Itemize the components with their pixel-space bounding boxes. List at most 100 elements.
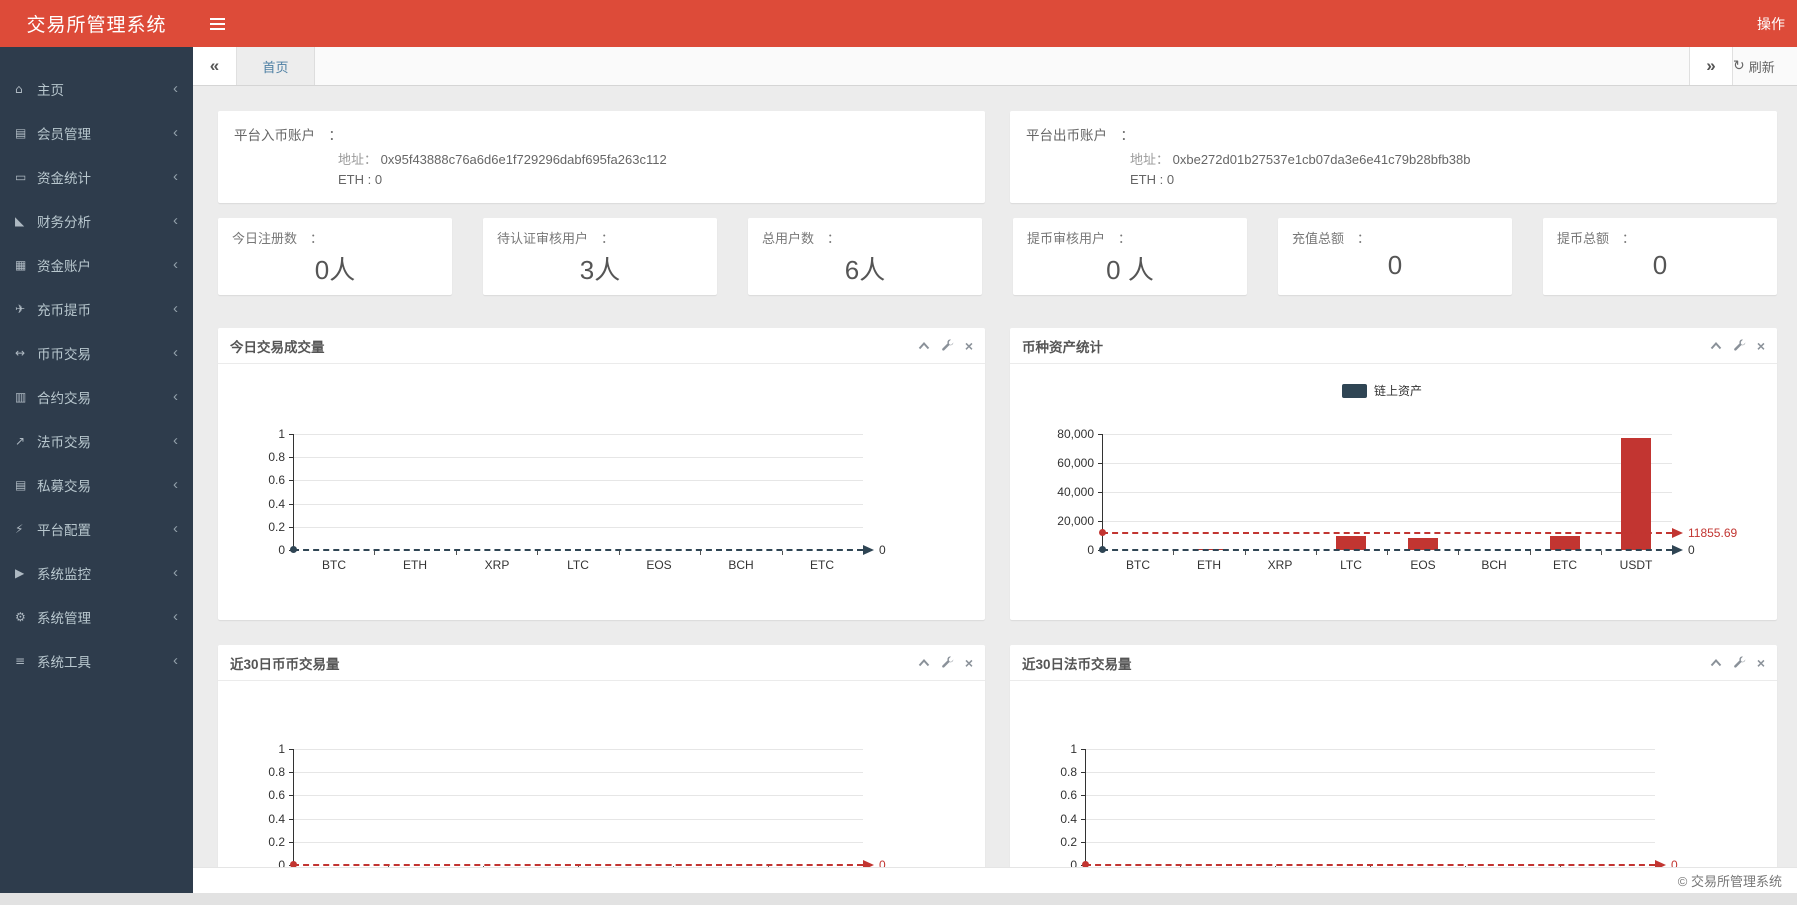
chevron-left-icon: ‹ bbox=[173, 608, 178, 625]
stat-card: 充值总额 ： 0 bbox=[1278, 218, 1512, 295]
tab-home[interactable]: 首页 bbox=[237, 47, 315, 85]
stat-card-label: 提币总额 ： bbox=[1557, 231, 1636, 246]
sidebar-item-财务分析[interactable]: ◣ 财务分析 ‹ bbox=[0, 199, 193, 243]
chart-30d-fiat-volume: 0 0.2 0.4 0.6 0.8 1 0 bbox=[1010, 681, 1777, 867]
y-axis-tick-label: 0 bbox=[278, 543, 285, 557]
tabs-scroll-left-button[interactable]: « bbox=[193, 47, 237, 85]
panel-title: 今日交易成交量 bbox=[230, 339, 325, 355]
hamburger-icon bbox=[210, 22, 225, 25]
y-axis-line bbox=[1085, 749, 1086, 865]
sidebar-item-系统工具[interactable]: ≡ 系统工具 ‹ bbox=[0, 639, 193, 683]
close-button[interactable]: × bbox=[965, 656, 973, 670]
y-axis-tick-label: 0.6 bbox=[1060, 788, 1077, 802]
legend-label: 链上资产 bbox=[1374, 384, 1423, 398]
x-axis-label: BTC bbox=[1126, 558, 1150, 572]
panel-header: 币种资产统计 × bbox=[1010, 328, 1777, 364]
copyright-text: © 交易所管理系统 bbox=[1677, 874, 1782, 889]
sidebar-item-私募交易[interactable]: ▤ 私募交易 ‹ bbox=[0, 463, 193, 507]
settings-wrench-button[interactable] bbox=[1733, 339, 1746, 352]
stat-card-value: 3人 bbox=[579, 255, 621, 285]
chevron-left-icon: ‹ bbox=[173, 344, 178, 361]
deposit-account-card: 平台入币账户 ： 地址： 0x95f43888c76a6d6e1f729296d… bbox=[218, 111, 985, 203]
close-button[interactable]: × bbox=[1757, 656, 1765, 670]
sidebar-item-资金账户[interactable]: ▦ 资金账户 ‹ bbox=[0, 243, 193, 287]
collapse-button[interactable] bbox=[1710, 341, 1722, 350]
stat-card: 待认证审核用户 ： 3人 bbox=[483, 218, 717, 295]
grid-line bbox=[1085, 842, 1655, 843]
stat-card: 今日注册数 ： 0人 bbox=[218, 218, 452, 295]
close-button[interactable]: × bbox=[965, 339, 973, 353]
x-axis-tick bbox=[537, 551, 538, 555]
chart-asset-stats: 链上资产 0 20,000 40,000 60,000 80,000 BTC ETH XRP LT… bbox=[1010, 364, 1777, 620]
chevron-left-icon: ‹ bbox=[173, 476, 178, 493]
settings-wrench-button[interactable] bbox=[941, 339, 954, 352]
deposit-account-title: 平台入币账户 ： bbox=[234, 128, 342, 143]
sidebar-item-币币交易[interactable]: ↔ 币币交易 ‹ bbox=[0, 331, 193, 375]
sidebar-item-充币提币[interactable]: ✈ 充币提币 ‹ bbox=[0, 287, 193, 331]
settings-wrench-button[interactable] bbox=[1733, 656, 1746, 669]
sidebar-item-会员管理[interactable]: ▤ 会员管理 ‹ bbox=[0, 111, 193, 155]
refresh-tab-button[interactable]: ↻ 刷新 bbox=[1733, 47, 1797, 85]
grid-line bbox=[293, 480, 863, 481]
dashed-line bbox=[1102, 549, 1672, 551]
y-axis-tick-label: 20,000 bbox=[1057, 514, 1094, 528]
x-axis-tick bbox=[456, 551, 457, 555]
sidebar-item-label: 法币交易 bbox=[37, 435, 91, 450]
collapse-button[interactable] bbox=[918, 341, 930, 350]
line-value-label: 0 bbox=[1688, 543, 1695, 557]
refresh-icon: ↻ bbox=[1733, 58, 1745, 74]
page-bottom-strip bbox=[0, 893, 1797, 905]
chart-30d-coin-volume: 0 0.2 0.4 0.6 0.8 1 0 bbox=[218, 681, 985, 867]
grid-line bbox=[1102, 521, 1672, 522]
grid-line bbox=[293, 434, 863, 435]
sidebar-item-label: 平台配置 bbox=[37, 523, 91, 538]
y-axis-tick-label: 80,000 bbox=[1057, 427, 1094, 441]
book-icon: ▥ bbox=[15, 390, 27, 404]
sidebar-item-label: 合约交易 bbox=[37, 391, 91, 406]
y-axis-tick-label: 0.8 bbox=[268, 765, 285, 779]
grid-line bbox=[1085, 819, 1655, 820]
address-book-icon: ▤ bbox=[15, 126, 27, 140]
double-chevron-left-icon: « bbox=[209, 56, 220, 75]
stat-card-value: 0人 bbox=[314, 255, 356, 285]
sidebar-item-法币交易[interactable]: ↗ 法币交易 ‹ bbox=[0, 419, 193, 463]
grid-line bbox=[293, 819, 863, 820]
x-axis-label: USDT bbox=[1619, 558, 1653, 572]
stat-card-value: 0 bbox=[1652, 250, 1668, 280]
dashed-line bbox=[293, 549, 863, 551]
sidebar-item-主页[interactable]: ⌂ 主页 ‹ bbox=[0, 67, 193, 111]
y-axis-tick-label: 0.4 bbox=[268, 497, 285, 511]
hamburger-menu-button[interactable] bbox=[210, 0, 250, 47]
chart-panel-asset-stats: 币种资产统计 × 链上资产 0 20,000 40,000 60,000 80,000 BT… bbox=[1010, 328, 1777, 620]
withdraw-account-card: 平台出币账户 ： 地址： 0xbe272d01b27537e1cb07da3e6… bbox=[1010, 111, 1777, 203]
wrench-icon bbox=[941, 656, 954, 668]
x-axis-tick bbox=[1601, 551, 1602, 555]
close-button[interactable]: × bbox=[1757, 339, 1765, 353]
stat-card: 提币审核用户 ： 0 人 bbox=[1013, 218, 1247, 295]
account-cards-row: 平台入币账户 ： 地址： 0x95f43888c76a6d6e1f729296d… bbox=[218, 111, 1777, 203]
sidebar-item-平台配置[interactable]: ⚡ 平台配置 ‹ bbox=[0, 507, 193, 551]
chevron-left-icon: ‹ bbox=[173, 388, 178, 405]
panel-header: 今日交易成交量 × bbox=[218, 328, 985, 364]
arrow-right-icon bbox=[1672, 545, 1683, 555]
y-axis-tick-label: 0 bbox=[278, 858, 285, 867]
paper-plane-icon: ↗ bbox=[15, 434, 26, 448]
topbar-actions-menu[interactable]: 操作 bbox=[1757, 14, 1797, 34]
collapse-button[interactable] bbox=[918, 658, 930, 667]
deposit-account-eth-balance: ETH : 0 bbox=[338, 172, 383, 187]
sidebar-item-系统管理[interactable]: ⚙ 系统管理 ‹ bbox=[0, 595, 193, 639]
sidebar-item-资金统计[interactable]: ▭ 资金统计 ‹ bbox=[0, 155, 193, 199]
withdraw-account-address: 0xbe272d01b27537e1cb07da3e6e41c79b28bfb3… bbox=[1172, 152, 1471, 167]
arrow-right-icon bbox=[1655, 860, 1666, 867]
legend-swatch[interactable] bbox=[1342, 383, 1367, 398]
grid-line bbox=[1085, 749, 1655, 750]
sidebar-item-系统监控[interactable]: ▶ 系统监控 ‹ bbox=[0, 551, 193, 595]
sidebar-item-合约交易[interactable]: ▥ 合约交易 ‹ bbox=[0, 375, 193, 419]
x-axis-label: ETH bbox=[1197, 558, 1221, 572]
tabs-scroll-right-button[interactable]: » bbox=[1689, 47, 1733, 85]
sidebar: 交易所管理系统 ⌂ 主页 ‹ ▤ 会员管理 ‹ ▭ 资金统计 ‹ ◣ 财务分析 ‹ ▦ 资金账户 ‹ ✈ 充币提… bbox=[0, 0, 193, 893]
stat-cards-row: 今日注册数 ： 0人 待认证审核用户 ： 3人 总用户数 ： 6人 提币审核用户 ： 0 人 充… bbox=[218, 218, 1777, 295]
y-axis-tick-label: 1 bbox=[278, 427, 285, 441]
collapse-button[interactable] bbox=[1710, 658, 1722, 667]
settings-wrench-button[interactable] bbox=[941, 656, 954, 669]
